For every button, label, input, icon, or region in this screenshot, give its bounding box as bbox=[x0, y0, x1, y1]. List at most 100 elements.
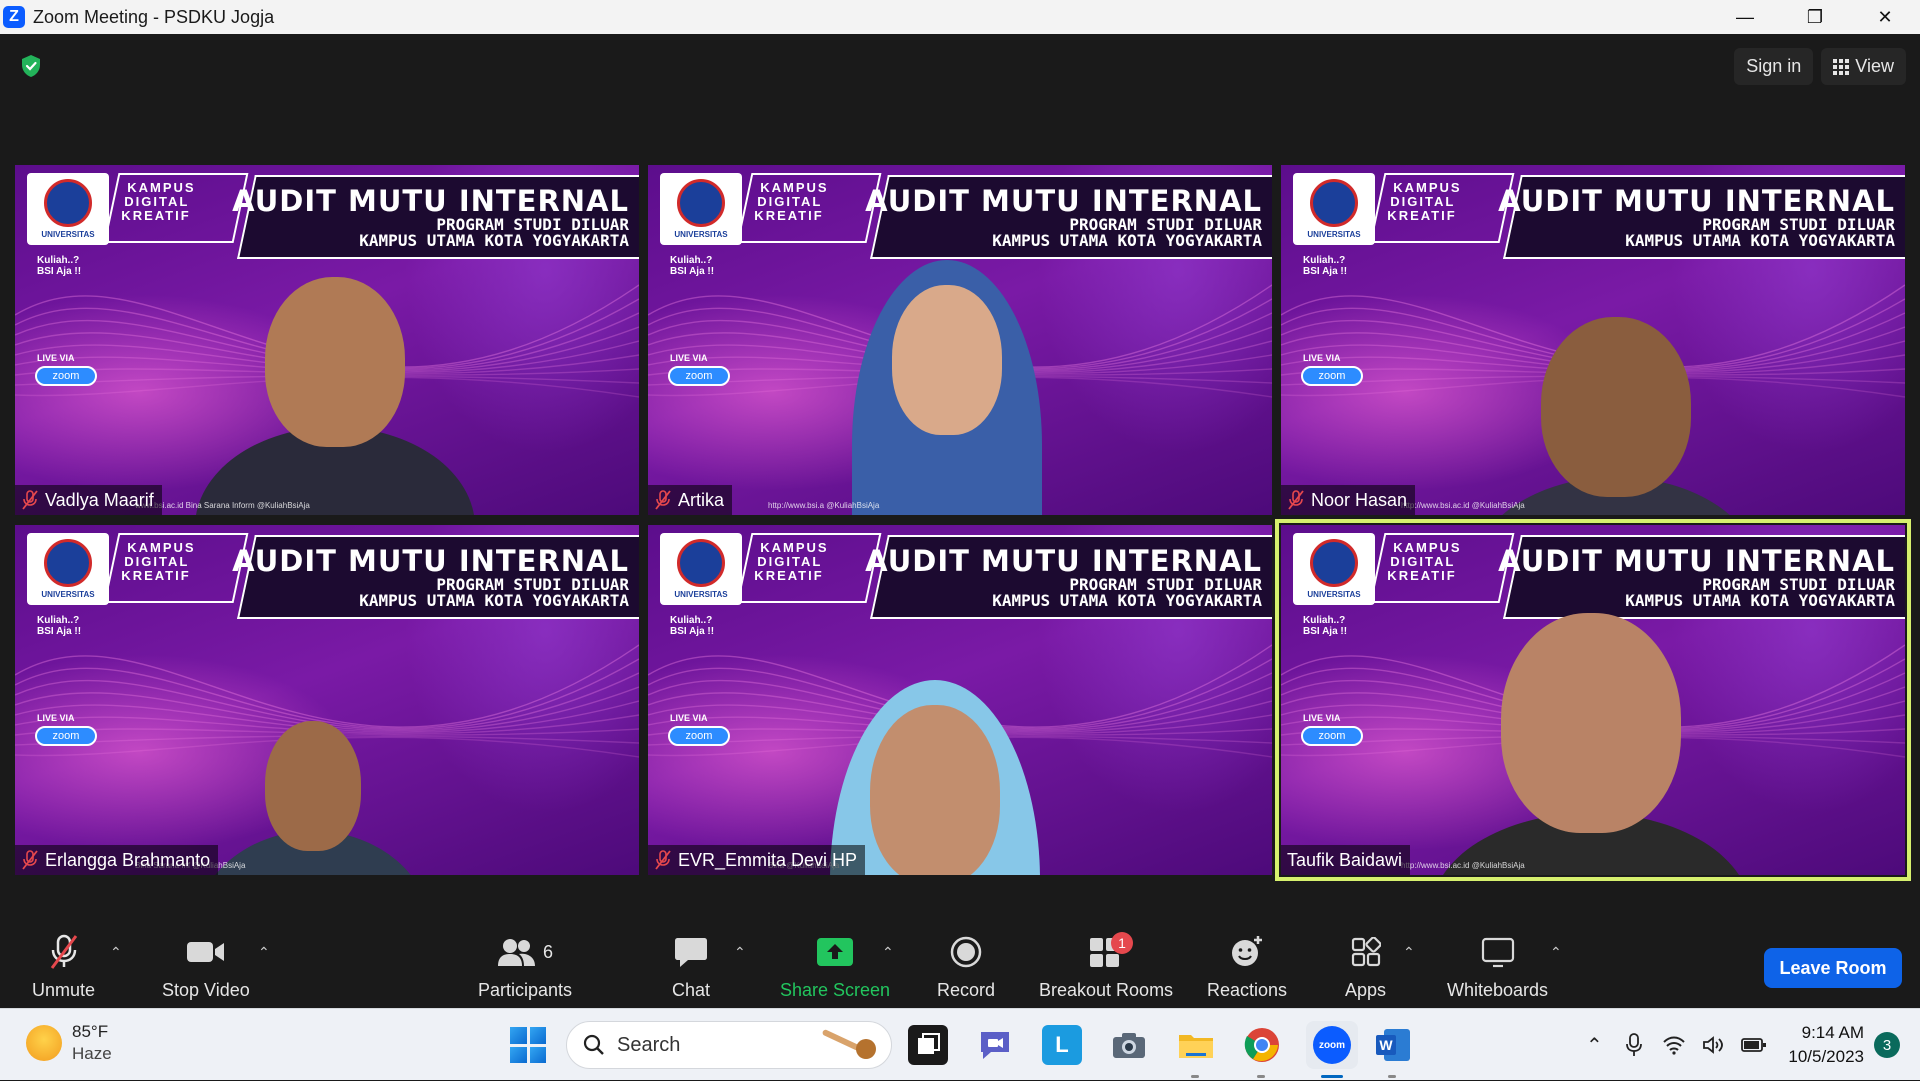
zoom-badge: zoom bbox=[668, 366, 730, 386]
tagline: Kuliah..? BSI Aja !! bbox=[670, 255, 715, 277]
restore-button[interactable]: ❐ bbox=[1780, 0, 1850, 34]
volume-icon[interactable] bbox=[1694, 1035, 1734, 1055]
clock-date: 10/5/2023 bbox=[1788, 1047, 1864, 1066]
tagline: Kuliah..? BSI Aja !! bbox=[37, 615, 82, 637]
microphone-icon[interactable] bbox=[1614, 1033, 1654, 1057]
word-running-indicator bbox=[1388, 1075, 1396, 1078]
file-explorer-running-indicator bbox=[1191, 1075, 1199, 1078]
taskbar-search[interactable]: Search bbox=[566, 1021, 892, 1069]
encryption-shield-icon[interactable] bbox=[20, 54, 42, 78]
tagline: Kuliah..? BSI Aja !! bbox=[37, 255, 82, 277]
video-tile[interactable]: UNIVERSITAS KAMPUS DIGITAL KREATIF AUDIT M… bbox=[1281, 165, 1905, 515]
windows-start-button[interactable] bbox=[510, 1027, 546, 1063]
kampus-digital-kreatif-logo: KAMPUS DIGITAL KREATIF bbox=[1369, 173, 1515, 243]
university-logo: UNIVERSITAS bbox=[660, 173, 742, 245]
live-via-label: LIVE VIA bbox=[670, 713, 708, 723]
search-highlight-icon bbox=[822, 1029, 876, 1059]
weather-widget[interactable]: 85°F Haze bbox=[26, 1021, 112, 1065]
reactions-label: Reactions bbox=[1207, 980, 1288, 1000]
participants-count: 6 bbox=[543, 941, 554, 962]
participant-name-label: Erlangga Brahmanto bbox=[15, 845, 219, 875]
leave-room-button[interactable]: Leave Room bbox=[1764, 948, 1902, 988]
participant-face bbox=[265, 277, 405, 447]
banner-text: AUDIT MUTU INTERNAL PROGRAM STUDI DILUAR… bbox=[232, 544, 629, 610]
apps-button[interactable]: Apps bbox=[1345, 932, 1386, 1001]
meeting-toolbar: Unmute ⌃ Stop Video ⌃ 6 Participants Cha… bbox=[0, 922, 1920, 1008]
camera-app-icon[interactable] bbox=[1109, 1025, 1149, 1065]
university-logo: UNIVERSITAS bbox=[27, 533, 109, 605]
university-logo: UNIVERSITAS bbox=[660, 533, 742, 605]
participants-button[interactable]: 6 Participants bbox=[478, 932, 572, 1001]
zoom-badge: zoom bbox=[1301, 726, 1363, 746]
banner-footer: http://www.bsi.a @KuliahBsiAja bbox=[768, 501, 880, 510]
whiteboards-button[interactable]: Whiteboards bbox=[1447, 932, 1548, 1001]
apps-label: Apps bbox=[1345, 980, 1387, 1000]
svg-text:W: W bbox=[1379, 1037, 1393, 1053]
window-titlebar: Z Zoom Meeting - PSDKU Jogja — ❐ ✕ bbox=[0, 0, 1920, 34]
participant-face bbox=[1501, 613, 1681, 833]
wifi-icon[interactable] bbox=[1654, 1035, 1694, 1055]
teams-chat-icon[interactable] bbox=[975, 1025, 1015, 1065]
tagline: Kuliah..? BSI Aja !! bbox=[1303, 615, 1348, 637]
live-via-label: LIVE VIA bbox=[670, 353, 708, 363]
view-button[interactable]: View bbox=[1821, 48, 1906, 85]
close-button[interactable]: ✕ bbox=[1850, 0, 1920, 34]
minimize-button[interactable]: — bbox=[1710, 0, 1780, 34]
chat-button[interactable]: Chat bbox=[672, 932, 710, 1001]
record-button[interactable]: Record bbox=[937, 932, 995, 1001]
video-tile[interactable]: UNIVERSITAS KAMPUS DIGITAL KREATIF AUDIT M… bbox=[648, 525, 1272, 875]
audio-options-caret[interactable]: ⌃ bbox=[110, 944, 122, 961]
record-icon bbox=[950, 936, 982, 968]
stop-video-button[interactable]: Stop Video bbox=[162, 932, 250, 1001]
chat-label: Chat bbox=[672, 980, 711, 1000]
share-options-caret[interactable]: ⌃ bbox=[882, 944, 894, 961]
kampus-digital-kreatif-logo: KAMPUS DIGITAL KREATIF bbox=[103, 533, 249, 603]
window-title: Zoom Meeting - PSDKU Jogja bbox=[33, 6, 275, 27]
kampus-digital-kreatif-logo: KAMPUS DIGITAL KREATIF bbox=[1369, 533, 1515, 603]
chrome-icon[interactable] bbox=[1242, 1025, 1282, 1065]
sign-in-button[interactable]: Sign in bbox=[1734, 48, 1814, 85]
zoom-taskbar-icon[interactable]: zoom bbox=[1306, 1021, 1358, 1069]
video-tile[interactable]: UNIVERSITAS KAMPUS DIGITAL KREATIF AUDIT M… bbox=[15, 525, 639, 875]
kampus-digital-kreatif-logo: KAMPUS DIGITAL KREATIF bbox=[736, 173, 882, 243]
l-app-icon[interactable]: L bbox=[1042, 1025, 1082, 1065]
unmute-button[interactable]: Unmute bbox=[32, 932, 95, 1001]
kampus-digital-kreatif-logo: KAMPUS DIGITAL KREATIF bbox=[103, 173, 249, 243]
university-logo: UNIVERSITAS bbox=[27, 173, 109, 245]
system-tray: ⌃ 9:14 AM 10/5/2023 3 bbox=[1574, 1009, 1920, 1081]
word-icon[interactable]: W bbox=[1373, 1025, 1413, 1065]
record-label: Record bbox=[937, 980, 996, 1000]
video-tile[interactable]: UNIVERSITAS KAMPUS DIGITAL KREATIF AUDIT M… bbox=[15, 165, 639, 515]
notification-badge[interactable]: 3 bbox=[1874, 1032, 1900, 1058]
breakout-rooms-button[interactable]: 1 Breakout Rooms bbox=[1039, 932, 1173, 1001]
apps-icon bbox=[1351, 937, 1381, 967]
chat-options-caret[interactable]: ⌃ bbox=[734, 944, 746, 961]
file-explorer-icon[interactable] bbox=[1176, 1025, 1216, 1065]
battery-icon[interactable] bbox=[1734, 1036, 1774, 1054]
microphone-muted-icon bbox=[50, 934, 77, 969]
video-options-caret[interactable]: ⌃ bbox=[258, 944, 270, 961]
participant-name-label: Vadlya Maarif bbox=[15, 485, 162, 515]
search-placeholder: Search bbox=[617, 1033, 681, 1056]
system-clock[interactable]: 9:14 AM 10/5/2023 bbox=[1788, 1021, 1864, 1069]
live-via-label: LIVE VIA bbox=[1303, 713, 1341, 723]
apps-options-caret[interactable]: ⌃ bbox=[1403, 944, 1415, 961]
whiteboard-icon bbox=[1481, 937, 1514, 968]
share-screen-icon bbox=[817, 938, 854, 966]
live-via-label: LIVE VIA bbox=[37, 713, 75, 723]
chevron-up-icon[interactable]: ⌃ bbox=[1574, 1033, 1614, 1058]
microphone-muted-icon bbox=[655, 850, 671, 870]
participants-icon bbox=[498, 939, 536, 966]
participant-name-label: Artika bbox=[648, 485, 733, 515]
video-tile[interactable]: UNIVERSITAS KAMPUS DIGITAL KREATIF AUDIT M… bbox=[648, 165, 1272, 515]
temperature: 85°F bbox=[72, 1022, 109, 1041]
zoom-badge: zoom bbox=[668, 726, 730, 746]
live-via-label: LIVE VIA bbox=[1303, 353, 1341, 363]
task-view-icon[interactable] bbox=[908, 1025, 948, 1065]
whiteboards-options-caret[interactable]: ⌃ bbox=[1550, 944, 1562, 961]
unmute-label: Unmute bbox=[32, 980, 96, 1000]
share-screen-button[interactable]: Share Screen bbox=[780, 932, 890, 1001]
reactions-button[interactable]: Reactions bbox=[1207, 932, 1287, 1001]
reactions-smiley-icon bbox=[1232, 936, 1263, 966]
video-tile-active-speaker[interactable]: UNIVERSITAS KAMPUS DIGITAL KREATIF AUDIT M… bbox=[1275, 519, 1911, 881]
